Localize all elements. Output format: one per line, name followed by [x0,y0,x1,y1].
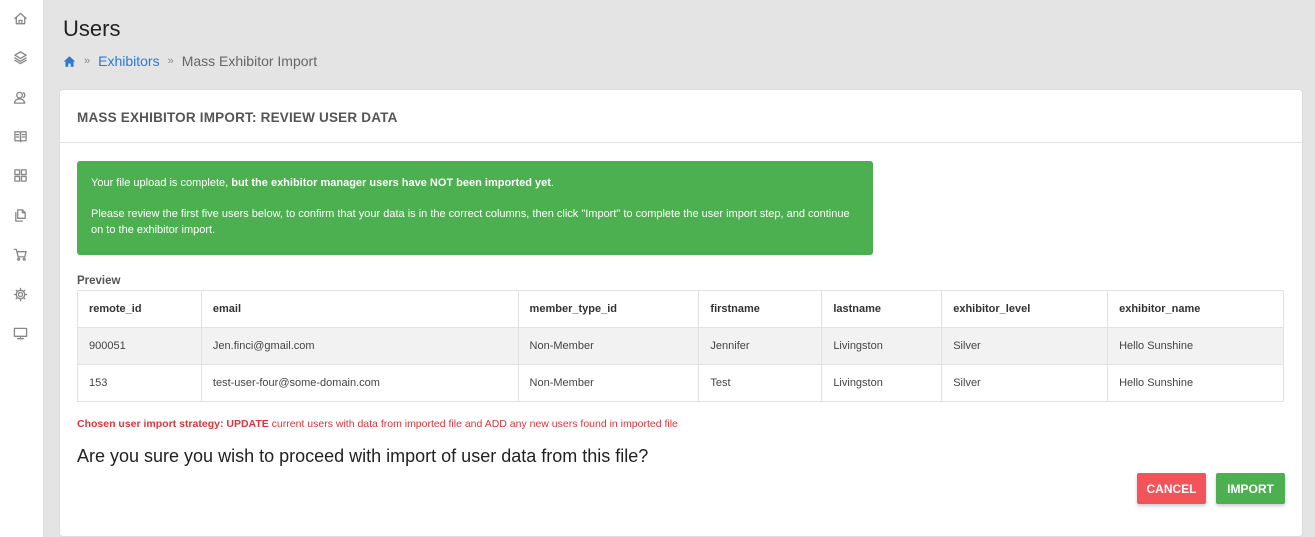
column-header: remote_id [77,290,202,328]
home-icon[interactable] [63,55,76,68]
column-header: exhibitor_level [941,290,1109,328]
documents-icon[interactable] [11,206,29,224]
cart-icon[interactable] [11,245,29,263]
table-cell: Silver [941,327,1109,365]
breadcrumb-separator: » [84,55,91,67]
import-review-card: MASS EXHIBITOR IMPORT: REVIEW USER DATA … [59,89,1303,537]
users-icon[interactable] [11,88,29,106]
layers-icon[interactable] [11,48,29,66]
table-cell: Jen.finci@gmail.com [200,327,519,365]
column-header: lastname [821,290,943,328]
table-cell: test-user-four@some-domain.com [200,364,519,402]
table-cell: Non-Member [517,364,700,402]
home-icon[interactable] [11,9,29,27]
table-cell: Hello Sunshine [1107,327,1284,365]
breadcrumb-link-exhibitors[interactable]: Exhibitors [98,53,159,69]
alert-line-1-prefix: Your file upload is complete, [91,177,232,189]
monitor-icon[interactable] [11,324,29,342]
alert-line-1-bold: but the exhibitor manager users have NOT… [231,177,551,189]
confirm-question: Are you sure you wish to proceed with im… [77,446,649,466]
table-cell: Silver [941,364,1109,402]
cancel-button[interactable]: CANCEL [1137,473,1206,504]
table-row: 153 test-user-four@some-domain.com Non-M… [77,364,1284,402]
table-header-row: remote_id email member_type_id firstname… [77,290,1284,328]
preview-table: remote_id email member_type_id firstname… [77,290,1284,402]
card-title: MASS EXHIBITOR IMPORT: REVIEW USER DATA [60,90,1302,143]
column-header: email [200,290,519,328]
upload-complete-alert: Your file upload is complete, but the ex… [77,161,873,255]
breadcrumb-current: Mass Exhibitor Import [181,53,318,69]
import-strategy-note: Chosen user import strategy: UPDATE curr… [77,418,678,430]
import-strategy-description: current users with data from imported fi… [268,418,678,430]
table-cell: 153 [77,364,202,402]
table-cell: Hello Sunshine [1107,364,1284,402]
book-icon[interactable] [11,127,29,145]
alert-line-1: Your file upload is complete, but the ex… [91,175,859,191]
table-cell: Test [698,364,823,402]
table-cell: Livingston [821,364,943,402]
table-cell: 900051 [77,327,202,365]
sidebar [0,0,44,537]
column-header: member_type_id [517,290,700,328]
table-cell: Livingston [821,327,943,365]
breadcrumb-separator: » [167,55,174,67]
grid-icon[interactable] [11,166,29,184]
gear-icon[interactable] [11,285,29,303]
column-header: exhibitor_name [1107,290,1284,328]
page-title: Users [63,16,121,41]
breadcrumb: » Exhibitors » Mass Exhibitor Import [63,52,317,70]
alert-line-2: Please review the first five users below… [91,208,850,236]
table-cell: Jennifer [698,327,823,365]
table-cell: Non-Member [517,327,700,365]
import-button[interactable]: IMPORT [1216,473,1285,504]
import-strategy-label: Chosen user import strategy: UPDATE [77,418,269,430]
preview-label: Preview [77,275,121,287]
table-row: 900051 Jen.finci@gmail.com Non-Member Je… [77,327,1284,365]
alert-line-1-suffix: . [550,177,554,189]
column-header: firstname [698,290,823,328]
